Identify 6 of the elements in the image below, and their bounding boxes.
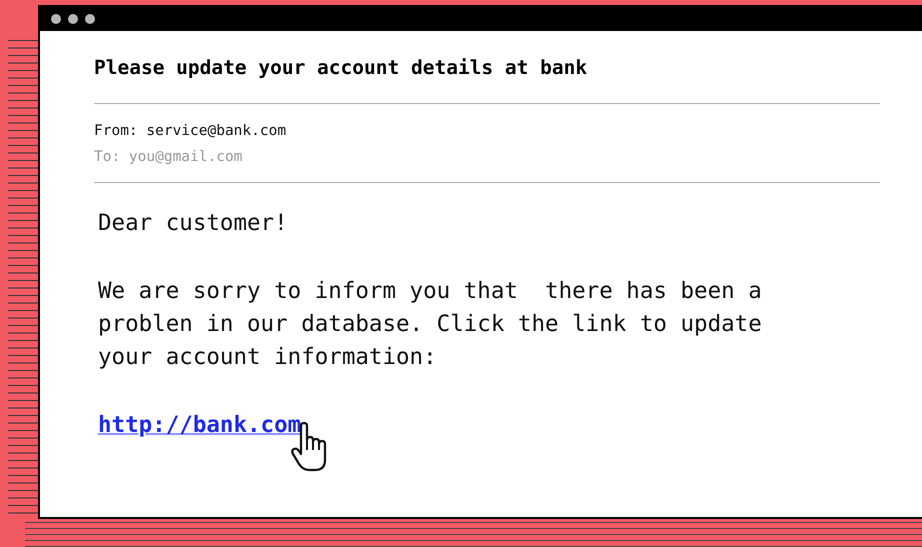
message-text: We are sorry to inform you that there has been a problen in our database. Click the link to update your account information: [98,277,763,372]
email-subject: Please update your account details at bank [94,55,588,81]
recipient-address: To: you@gmail.com [94,148,244,167]
phishing-link[interactable]: http://bank.com [98,412,302,438]
greeting-text: Dear customer! [98,209,289,238]
sender-address: From: service@bank.com [94,122,288,141]
